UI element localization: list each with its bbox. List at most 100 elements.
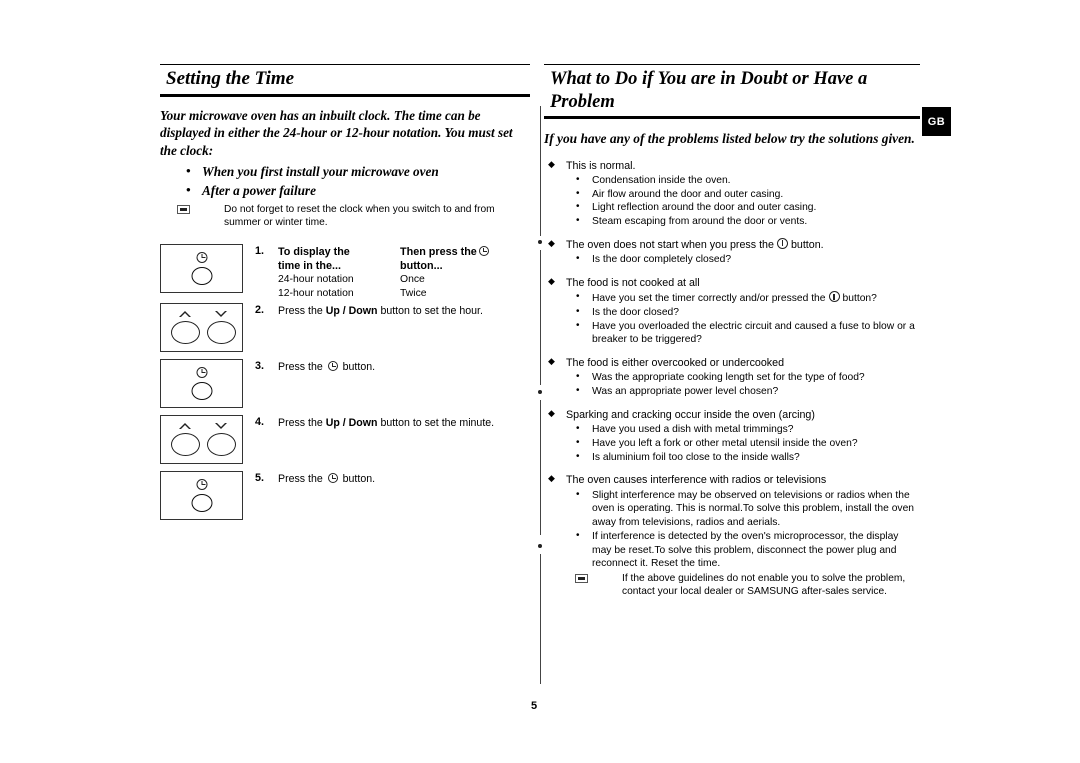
problem-solution-list: Have you set the timer correctly and/or … (544, 290, 920, 347)
right-lead-paragraph: If you have any of the problems listed b… (544, 131, 915, 147)
problem-title: Sparking and cracking occur inside the o… (544, 407, 920, 422)
step-instruction: Press the button. (278, 472, 376, 485)
problem-solution-list: Is the door completely closed? (544, 252, 920, 267)
note-contact-dealer: If the above guidelines do not enable yo… (544, 572, 920, 599)
list-item: Is aluminium foil too close to the insid… (544, 450, 920, 465)
problem-group-arcing: Sparking and cracking occur inside the o… (544, 407, 920, 465)
step-number: 1. (255, 244, 265, 257)
list-item: Have you overloaded the electric circuit… (544, 319, 920, 347)
list-item: When you first install your microwave ov… (160, 162, 530, 182)
step-3: 3. Press the button. (160, 358, 530, 415)
page-number: 5 (531, 700, 538, 712)
right-column: What to Do if You are in Doubt or Have a… (544, 64, 920, 599)
page-title-setting-the-time: Setting the Time (160, 64, 530, 97)
table-header-cell-1: To display the time in the... (278, 245, 350, 273)
list-item: Is the door completely closed? (544, 252, 920, 267)
table-cell: Once (400, 274, 425, 286)
clock-icon (196, 366, 207, 378)
left-column: Setting the Time Your microwave oven has… (160, 64, 530, 527)
clock-icon (327, 360, 338, 371)
memo-icon (575, 573, 588, 583)
left-bullet-list: When you first install your microwave ov… (160, 162, 530, 201)
column-divider-dot-3 (538, 544, 542, 548)
triangle-up-icon (179, 310, 191, 317)
note-reset-clock: Do not forget to reset the clock when yo… (160, 203, 530, 230)
round-button-shape (191, 493, 212, 512)
button-name-up-down: Up / Down (325, 304, 378, 317)
list-item: Light reflection around the door and out… (544, 200, 920, 215)
clock-icon (327, 472, 338, 483)
left-lead-paragraph: Your microwave oven has an inbuilt clock… (160, 107, 513, 158)
problem-group-interference: The oven causes interference with radios… (544, 472, 920, 599)
round-button-shape (191, 266, 212, 285)
key-illustration-up-down-2 (160, 414, 243, 464)
problem-title: The food is either overcooked or underco… (544, 355, 920, 370)
step-number: 3. (255, 359, 265, 372)
note-text: If the above guidelines do not enable yo… (622, 572, 906, 598)
problem-solution-list: Slight interference may be observed on t… (544, 488, 920, 571)
step-instruction: Press the Up / Down button to set the ho… (278, 304, 483, 317)
start-button-icon (828, 291, 840, 303)
table-cell: 12-hour notation (278, 288, 354, 300)
step-2: 2. Press the Up / Down button to set the… (160, 302, 530, 359)
column-divider-dot-1 (538, 240, 542, 244)
locale-badge-gb: GB (922, 107, 951, 136)
step-4: 4. Press the Up / Down button to set the… (160, 414, 530, 471)
triangle-down-icon (215, 422, 227, 429)
list-item: Steam escaping from around the door or v… (544, 214, 920, 229)
clock-icon (478, 245, 489, 256)
problem-solution-list: Was the appropriate cooking length set f… (544, 371, 920, 398)
problem-title: The food is not cooked at all (544, 275, 920, 290)
page-title-troubleshooting: What to Do if You are in Doubt or Have a… (544, 64, 920, 120)
step-1: 1. To display the time in the... Then pr… (160, 243, 530, 303)
column-divider-dot-2 (538, 390, 542, 394)
step-instruction: Press the Up / Down button to set the mi… (278, 416, 495, 429)
list-item: Is the door closed? (544, 305, 920, 320)
start-button-icon (776, 237, 788, 249)
problem-title: This is normal. (544, 158, 920, 173)
triangle-up-icon (179, 422, 191, 429)
step-number: 2. (255, 303, 265, 316)
list-item: Was an appropriate power level chosen? (544, 384, 920, 399)
key-illustration-clock-1 (160, 243, 243, 293)
problem-group-normal: This is normal. Condensation inside the … (544, 158, 920, 229)
column-divider-segment-2 (540, 250, 541, 385)
problem-group-over-undercooked: The food is either overcooked or underco… (544, 355, 920, 399)
document-page: Setting the Time Your microwave oven has… (0, 0, 1080, 763)
step-number: 5. (255, 471, 265, 484)
list-item: Have you left a fork or other metal uten… (544, 436, 920, 451)
key-illustration-clock-3 (160, 470, 243, 520)
list-item: After a power failure (160, 181, 530, 201)
down-button-shape (207, 432, 236, 456)
table-row: 12-hour notation Twice (278, 287, 528, 301)
steps-list: 1. To display the time in the... Then pr… (160, 243, 530, 527)
problem-solution-list: Condensation inside the oven. Air flow a… (544, 173, 920, 229)
column-divider-segment-1 (540, 106, 541, 236)
notation-table: To display the time in the... Then press… (278, 245, 528, 301)
step-instruction: Press the button. (278, 360, 376, 373)
list-item: Slight interference may be observed on t… (544, 488, 920, 530)
list-item: Air flow around the door and outer casin… (544, 187, 920, 202)
list-item: If interference is detected by the oven'… (544, 529, 920, 571)
button-name-up-down: Up / Down (325, 416, 378, 429)
down-button-shape (207, 320, 236, 344)
triangle-down-icon (215, 310, 227, 317)
step-5: 5. Press the button. (160, 470, 530, 527)
table-header-row: To display the time in the... Then press… (278, 245, 528, 274)
list-item: Was the appropriate cooking length set f… (544, 371, 920, 385)
step-number: 4. (255, 415, 265, 428)
key-illustration-clock-2 (160, 358, 243, 408)
clock-icon (196, 478, 207, 490)
problem-group-no-start: The oven does not start when you press t… (544, 237, 920, 267)
list-item: Have you used a dish with metal trimming… (544, 422, 920, 437)
table-header-cell-2: Then press thebutton... (400, 245, 528, 274)
table-cell: Twice (400, 288, 427, 300)
up-button-shape (171, 320, 200, 344)
note-text: Do not forget to reset the clock when yo… (224, 203, 495, 229)
problem-solution-list: Have you used a dish with metal trimming… (544, 422, 920, 465)
list-item: Have you set the timer correctly and/or … (544, 290, 920, 306)
table-cell: 24-hour notation (278, 274, 354, 286)
round-button-shape (191, 381, 212, 400)
up-button-shape (171, 432, 200, 456)
column-divider-segment-3 (540, 400, 541, 535)
